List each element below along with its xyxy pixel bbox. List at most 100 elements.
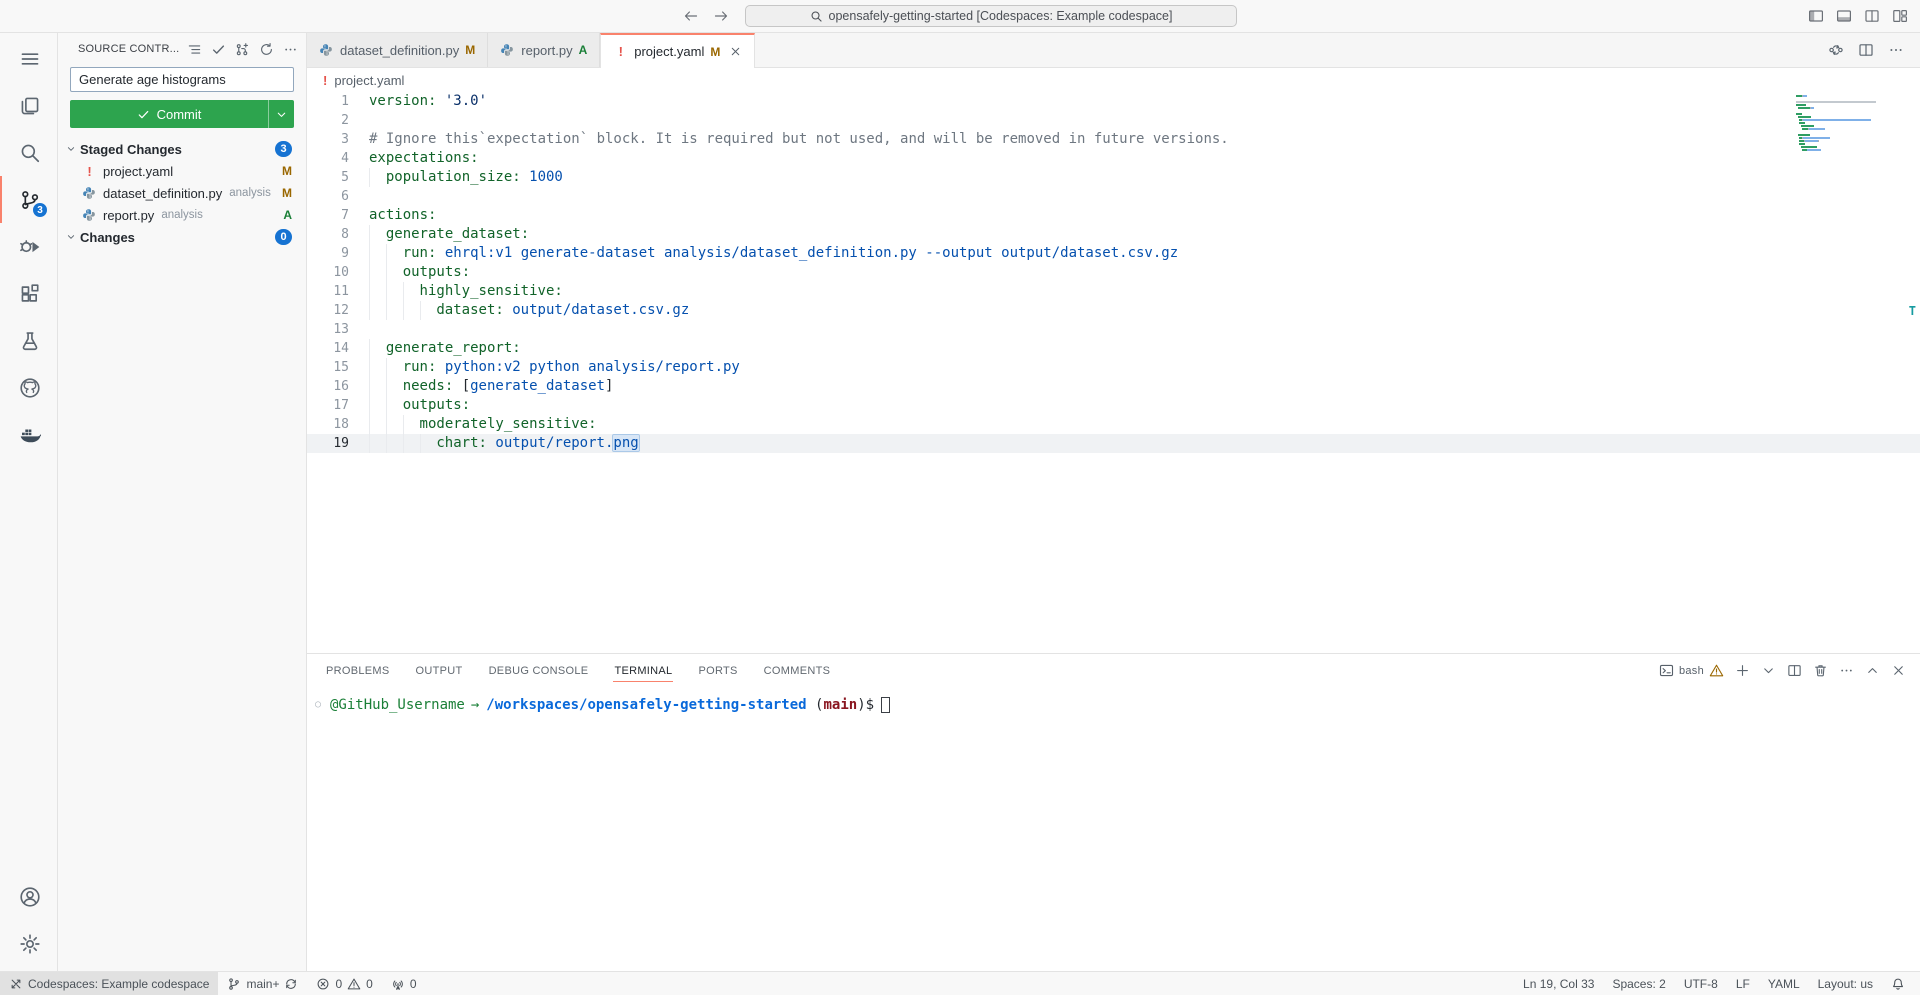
tab-project.yaml[interactable]: !project.yamlM — [600, 33, 755, 68]
code-editor[interactable]: 1version: '3.0'23# Ignore this`expectati… — [307, 92, 1920, 653]
indent-guide — [369, 282, 386, 301]
commit-dropdown-button[interactable] — [268, 100, 294, 128]
commit-message-input[interactable] — [70, 67, 294, 92]
tab-report.py[interactable]: report.pyA — [488, 33, 600, 67]
status-eol[interactable]: LF — [1727, 972, 1759, 995]
more-icon[interactable] — [283, 42, 298, 57]
code-line-12[interactable]: 12dataset: output/dataset.csv.gz — [307, 301, 1920, 320]
code-line-14[interactable]: 14generate_report: — [307, 339, 1920, 358]
status-problems[interactable]: 00 — [307, 972, 381, 995]
activity-item-accounts[interactable] — [0, 873, 57, 920]
close-icon[interactable] — [729, 45, 742, 58]
panel-tab-terminal[interactable]: TERMINAL — [613, 659, 673, 682]
status-branch[interactable]: main+ — [218, 972, 307, 995]
panel-tab-ports[interactable]: PORTS — [697, 659, 738, 682]
status-encoding[interactable]: UTF-8 — [1675, 972, 1727, 995]
sync-icon — [284, 977, 298, 991]
code-line-15[interactable]: 15run: python:v2 python analysis/report.… — [307, 358, 1920, 377]
code-line-18[interactable]: 18moderately_sensitive: — [307, 415, 1920, 434]
panel-tab-debug-console[interactable]: DEBUG CONSOLE — [488, 659, 590, 682]
add-icon[interactable] — [1735, 663, 1750, 678]
code-line-7[interactable]: 7actions: — [307, 206, 1920, 225]
code-line-1[interactable]: 1version: '3.0' — [307, 92, 1920, 111]
status-language-mode[interactable]: YAML — [1759, 972, 1809, 995]
graph-icon[interactable] — [235, 42, 250, 57]
activity-item-menu[interactable] — [0, 35, 57, 82]
activity-item-source-control[interactable]: 3 — [0, 176, 57, 223]
back-icon[interactable] — [683, 8, 699, 24]
code-line-4[interactable]: 4expectations: — [307, 149, 1920, 168]
activity-item-github[interactable] — [0, 364, 57, 411]
activity-item-extensions[interactable] — [0, 270, 57, 317]
sidebar-title: SOURCE CONTR... — [78, 43, 187, 55]
code-line-11[interactable]: 11highly_sensitive: — [307, 282, 1920, 301]
status-codespaces[interactable]: Codespaces: Example codespace — [0, 972, 218, 995]
activity-item-search[interactable] — [0, 129, 57, 176]
minimap[interactable] — [1796, 95, 1904, 152]
code-line-3[interactable]: 3# Ignore this`expectation` block. It is… — [307, 130, 1920, 149]
refresh-icon[interactable] — [259, 42, 274, 57]
panel-tab-output[interactable]: OUTPUT — [415, 659, 464, 682]
more-icon[interactable] — [1888, 42, 1904, 58]
code-line-19[interactable]: 19chart: output/report.png — [307, 434, 1920, 453]
chevron-down-icon — [64, 230, 80, 244]
code-line-10[interactable]: 10outputs: — [307, 263, 1920, 282]
code-line-17[interactable]: 17outputs: — [307, 396, 1920, 415]
status-keyboard-layout[interactable]: Layout: us — [1809, 972, 1882, 995]
activity-item-docker[interactable] — [0, 411, 57, 458]
code-line-6[interactable]: 6 — [307, 187, 1920, 206]
file-row[interactable]: report.pyanalysisA — [58, 204, 306, 226]
minimap-line — [1796, 101, 1904, 103]
terminal-shell-selector[interactable]: bash — [1659, 663, 1724, 678]
command-center-search[interactable]: opensafely-getting-started [Codespaces: … — [745, 5, 1237, 27]
code-line-9[interactable]: 9run: ehrql:v1 generate-dataset analysis… — [307, 244, 1920, 263]
split-editor-icon[interactable] — [1864, 8, 1880, 24]
minimap-segment — [1796, 101, 1876, 103]
panel-tab-problems[interactable]: PROBLEMS — [325, 659, 391, 682]
open-changes-icon[interactable] — [1828, 42, 1844, 58]
code-line-8[interactable]: 8generate_dataset: — [307, 225, 1920, 244]
token: # Ignore this`expectation` block. It is … — [369, 131, 1229, 147]
customize-layout-icon[interactable] — [1892, 8, 1908, 24]
split-editor-icon[interactable] — [1787, 663, 1802, 678]
code-line-16[interactable]: 16needs: [generate_dataset] — [307, 377, 1920, 396]
section-header-staged-changes[interactable]: Staged Changes3 — [58, 138, 306, 160]
tab-dataset_definition.py[interactable]: dataset_definition.pyM — [307, 33, 488, 67]
trash-icon[interactable] — [1813, 663, 1828, 678]
split-editor-icon[interactable] — [1858, 42, 1874, 58]
chevron-up-icon[interactable] — [1865, 663, 1880, 678]
panel-tab-comments[interactable]: COMMENTS — [763, 659, 832, 682]
activity-item-run-debug[interactable] — [0, 223, 57, 270]
status-cursor-position[interactable]: Ln 19, Col 33 — [1514, 972, 1603, 995]
commit-button[interactable]: Commit — [70, 100, 294, 128]
commit-button-main[interactable]: Commit — [70, 100, 268, 128]
python-icon — [82, 186, 97, 200]
view-list-icon[interactable] — [187, 42, 202, 57]
file-row[interactable]: !project.yamlM — [58, 160, 306, 182]
code-line-5[interactable]: 5population_size: 1000 — [307, 168, 1920, 187]
activity-bar-bottom — [0, 873, 57, 967]
activity-item-settings[interactable] — [0, 920, 57, 967]
terminal[interactable]: ○ @GitHub_Username → /workspaces/opensaf… — [307, 687, 1920, 971]
code-line-2[interactable]: 2 — [307, 111, 1920, 130]
status-ports[interactable]: 0 — [382, 972, 426, 995]
forward-icon[interactable] — [713, 8, 729, 24]
status-indentation[interactable]: Spaces: 2 — [1603, 972, 1674, 995]
code-line-13[interactable]: 13 — [307, 320, 1920, 339]
warning-icon — [347, 977, 361, 991]
activity-item-testing[interactable] — [0, 317, 57, 364]
section-header-changes[interactable]: Changes0 — [58, 226, 306, 248]
line-number: 18 — [307, 415, 369, 434]
close-icon[interactable] — [1891, 663, 1906, 678]
breadcrumb[interactable]: ! project.yaml — [307, 68, 1920, 92]
activity-item-explorer[interactable] — [0, 82, 57, 129]
toggle-panel-icon[interactable] — [1836, 8, 1852, 24]
status-bar-right: Ln 19, Col 33Spaces: 2UTF-8LFYAMLLayout:… — [1514, 972, 1920, 995]
toggle-sidebar-icon[interactable] — [1808, 8, 1824, 24]
file-row[interactable]: dataset_definition.pyanalysisM — [58, 182, 306, 204]
more-icon[interactable] — [1839, 663, 1854, 678]
minimap-line — [1796, 98, 1904, 100]
chevron-down-icon[interactable] — [1761, 663, 1776, 678]
status-notifications[interactable] — [1882, 972, 1914, 995]
commit-check-icon[interactable] — [211, 42, 226, 57]
